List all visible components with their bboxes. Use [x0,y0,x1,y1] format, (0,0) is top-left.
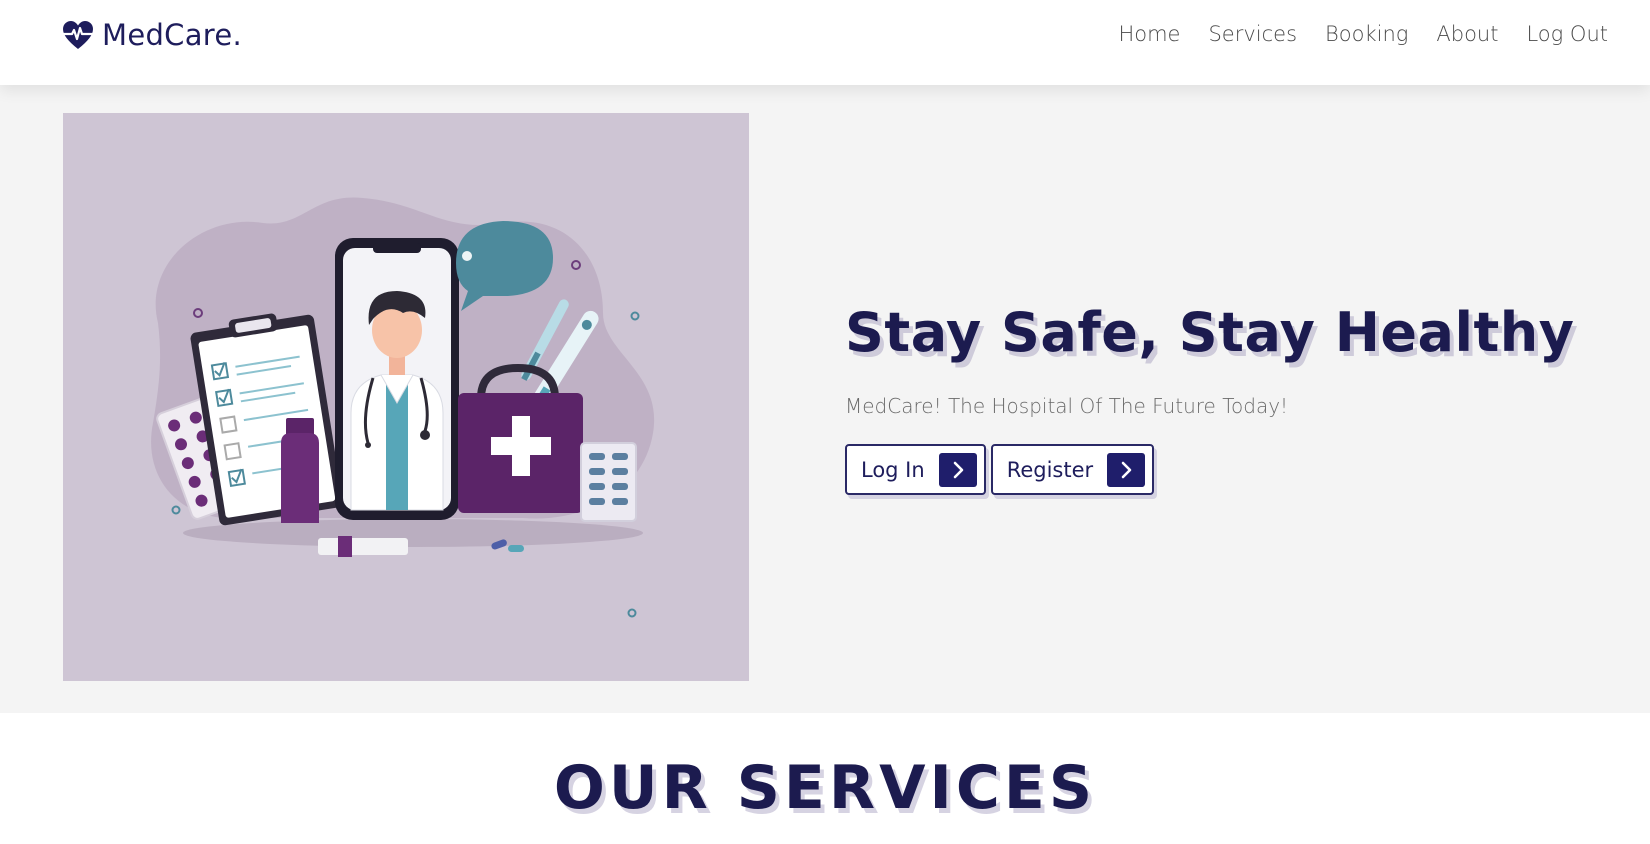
services-section: OUR SERVICES [0,713,1650,844]
hero-subtitle: MedCare! The Hospital Of The Future Toda… [845,394,1289,418]
nav-link-services[interactable]: Services [1208,22,1297,46]
hero-title: Stay Safe, Stay Healthy [845,301,1575,364]
hero-button-group: Log In Register [845,444,1574,495]
hero-section: Stay Safe, Stay Healthy MedCare! The Hos… [0,85,1650,713]
heart-pulse-icon [62,21,94,49]
login-button[interactable]: Log In [845,444,986,495]
register-button[interactable]: Register [990,444,1155,495]
doctor-illustration [151,197,655,618]
hero-illustration [63,113,749,681]
chevron-right-icon [1107,452,1146,487]
nav-link-log-out[interactable]: Log Out [1526,22,1608,46]
nav-link-home[interactable]: Home [1118,22,1180,46]
services-heading: OUR SERVICES [553,753,1097,823]
top-navbar: MedCare. Home Services Booking About Log… [0,0,1650,85]
register-button-label: Register [1006,457,1094,482]
main-nav: Home Services Booking About Log Out [1090,22,1608,46]
logo-link[interactable]: MedCare. [62,18,242,52]
logo-text: MedCare. [102,18,243,52]
chevron-right-icon [938,452,977,487]
nav-link-booking[interactable]: Booking [1325,22,1408,46]
login-button-label: Log In [861,457,925,482]
nav-link-about[interactable]: About [1436,22,1498,46]
hero-text-block: Stay Safe, Stay Healthy MedCare! The Hos… [845,301,1574,495]
